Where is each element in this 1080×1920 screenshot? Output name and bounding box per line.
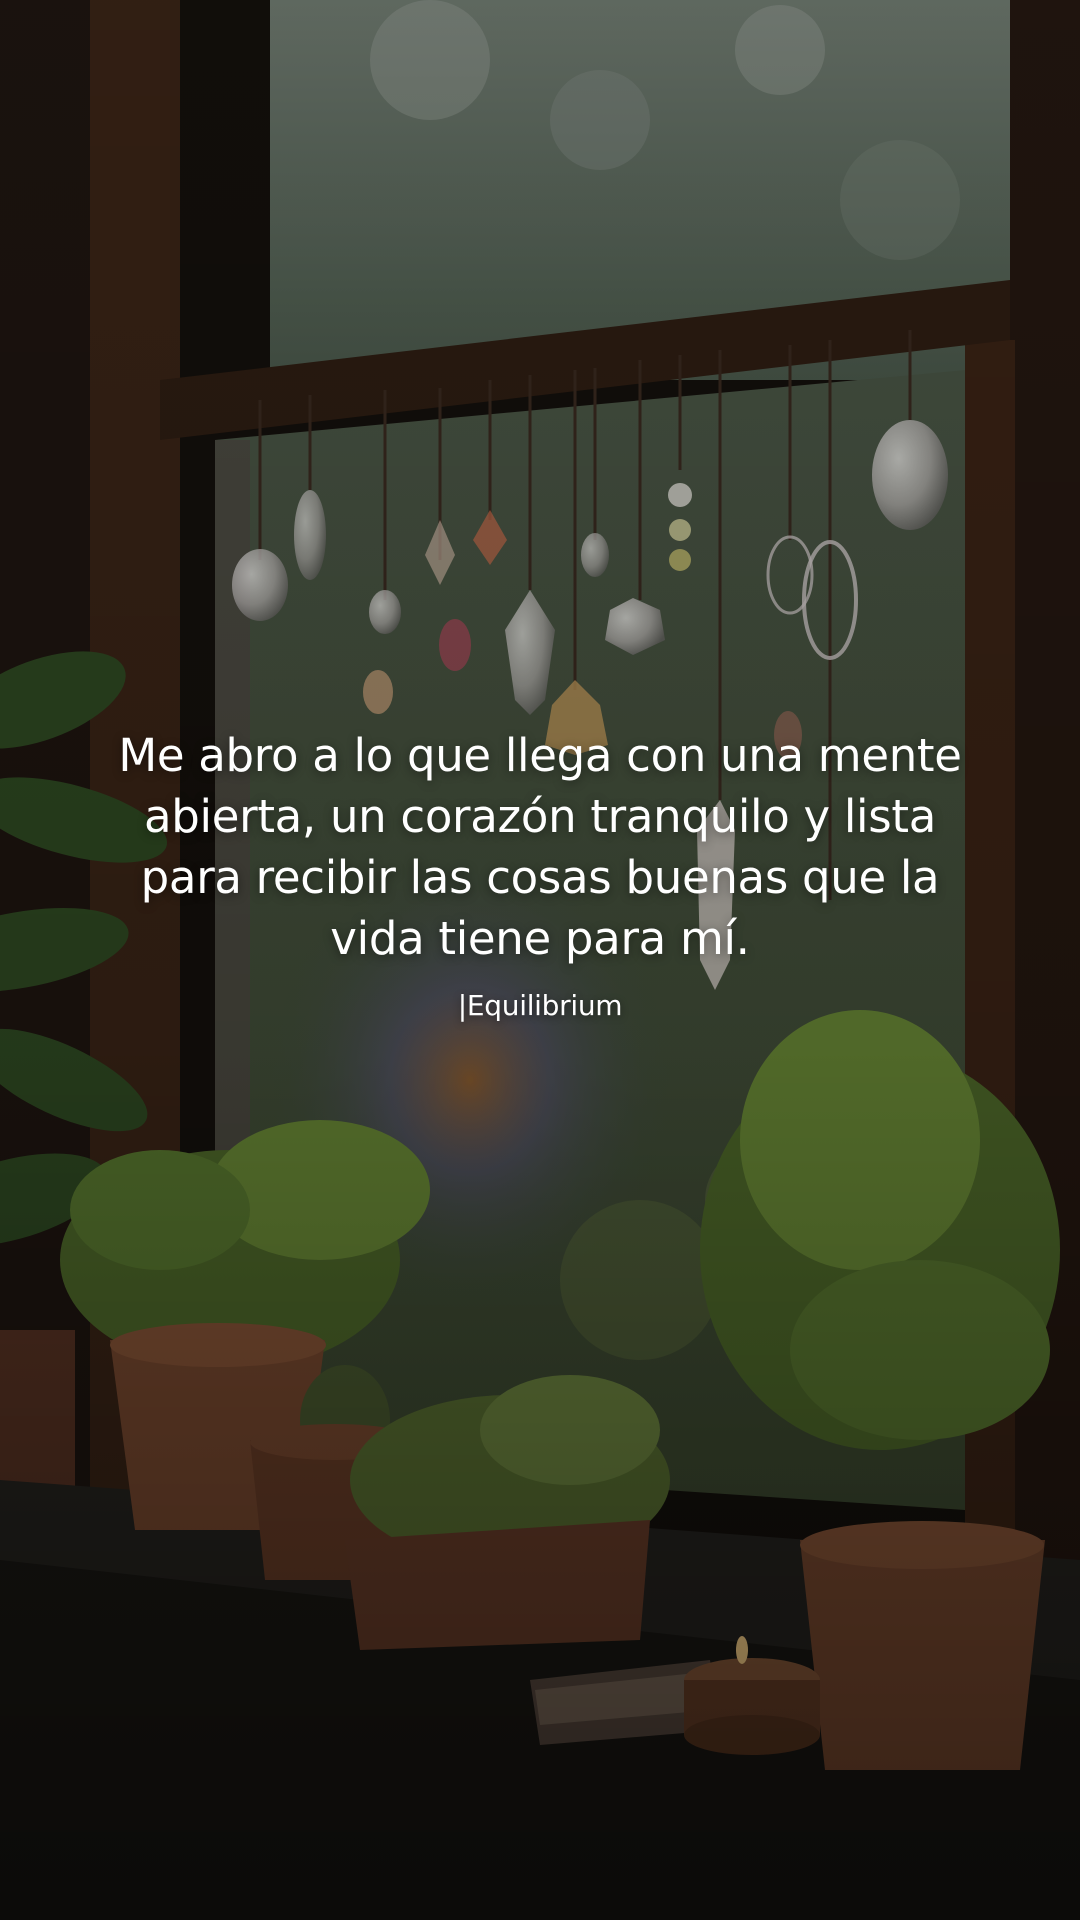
quote-block: Me abro a lo que llega con una mente abi…	[0, 725, 1080, 1022]
background-photo: Me abro a lo que llega con una mente abi…	[0, 0, 1080, 1920]
quote-text: Me abro a lo que llega con una mente abi…	[118, 729, 962, 965]
signature: |Equilibrium	[457, 989, 623, 1022]
